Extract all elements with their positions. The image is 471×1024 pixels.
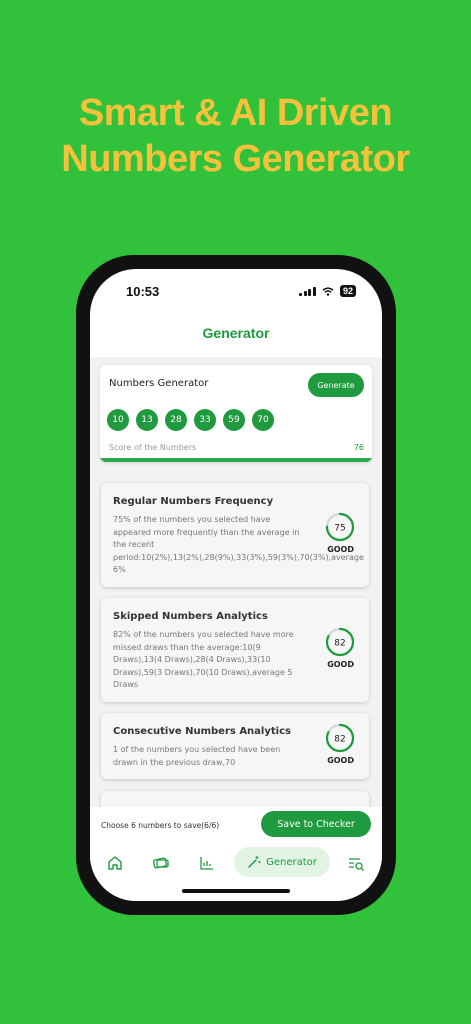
- status-icons: 92: [299, 285, 356, 297]
- home-icon[interactable]: [105, 853, 125, 873]
- number-balls: 10 13 28 33 59 70: [107, 409, 274, 431]
- card-title: Skipped Numbers Analytics: [113, 611, 268, 622]
- number-ball[interactable]: 10: [107, 409, 129, 431]
- nav-active-label: Generator: [266, 856, 317, 868]
- phone-screen: 10:53 92 Generator Numbers Generator Gen…: [90, 269, 382, 901]
- status-time: 10:53: [126, 284, 160, 299]
- analytics-card-skipped[interactable]: Skipped Numbers Analytics 82% of the num…: [101, 598, 369, 702]
- number-ball[interactable]: 33: [194, 409, 216, 431]
- search-list-icon[interactable]: [346, 853, 366, 873]
- home-indicator: [182, 889, 290, 893]
- score-label: Score of the Numbers: [109, 443, 197, 452]
- card-description: 1 of the numbers you selected have been …: [113, 745, 281, 767]
- page-title: Generator: [202, 325, 270, 341]
- score-gauge: 82: [325, 723, 355, 753]
- gauge-score: 82: [334, 639, 345, 649]
- wifi-icon: [322, 286, 334, 296]
- save-info: Choose 6 numbers to save(6/6): [101, 821, 220, 830]
- promo-headline: Smart & AI Driven Numbers Generator: [0, 90, 471, 182]
- card-description: 82% of the numbers you selected have mor…: [113, 630, 294, 690]
- signal-icon: [299, 286, 316, 296]
- score-gauge: 75: [325, 512, 355, 542]
- headline-line-1: Smart & AI Driven: [78, 92, 393, 134]
- main-content[interactable]: Numbers Generator Generate 10 13 28 33 5…: [90, 357, 382, 807]
- analytics-card-consecutive[interactable]: Consecutive Numbers Analytics 1 of the n…: [101, 713, 369, 779]
- generator-title: Numbers Generator: [109, 378, 209, 389]
- card-description: 75% of the numbers you selected have app…: [113, 515, 364, 575]
- score-value: 76: [353, 443, 364, 452]
- analytics-card-partial[interactable]: [101, 791, 369, 807]
- bottom-nav: Generator: [90, 847, 382, 879]
- rating-label: GOOD: [327, 545, 354, 554]
- card-title: Consecutive Numbers Analytics: [113, 726, 291, 737]
- score-gauge: 82: [325, 627, 355, 657]
- status-bar: 10:53 92: [90, 269, 382, 313]
- headline-line-2: Numbers Generator: [61, 138, 410, 180]
- magic-wand-icon: [248, 856, 261, 868]
- number-ball[interactable]: 59: [223, 409, 245, 431]
- generate-button[interactable]: Generate: [308, 373, 364, 397]
- number-ball[interactable]: 13: [136, 409, 158, 431]
- card-title: Regular Numbers Frequency: [113, 496, 274, 507]
- nav-generator-tab[interactable]: Generator: [234, 847, 330, 877]
- number-ball[interactable]: 70: [252, 409, 274, 431]
- phone-frame: 10:53 92 Generator Numbers Generator Gen…: [76, 255, 396, 915]
- score-progress-bar: [100, 458, 372, 462]
- rating-label: GOOD: [327, 756, 354, 765]
- gauge-score: 82: [334, 735, 345, 745]
- tickets-icon[interactable]: [151, 853, 171, 873]
- battery-icon: 92: [339, 285, 356, 297]
- gauge-score: 75: [334, 524, 345, 534]
- bottom-bar: Choose 6 numbers to save(6/6) Save to Ch…: [90, 807, 382, 901]
- save-to-checker-button[interactable]: Save to Checker: [261, 811, 371, 837]
- numbers-generator-card: Numbers Generator Generate 10 13 28 33 5…: [100, 365, 372, 462]
- number-ball[interactable]: 28: [165, 409, 187, 431]
- rating-label: GOOD: [327, 660, 354, 669]
- analytics-card-frequency[interactable]: Regular Numbers Frequency 75% of the num…: [101, 483, 369, 587]
- chart-icon[interactable]: [197, 853, 217, 873]
